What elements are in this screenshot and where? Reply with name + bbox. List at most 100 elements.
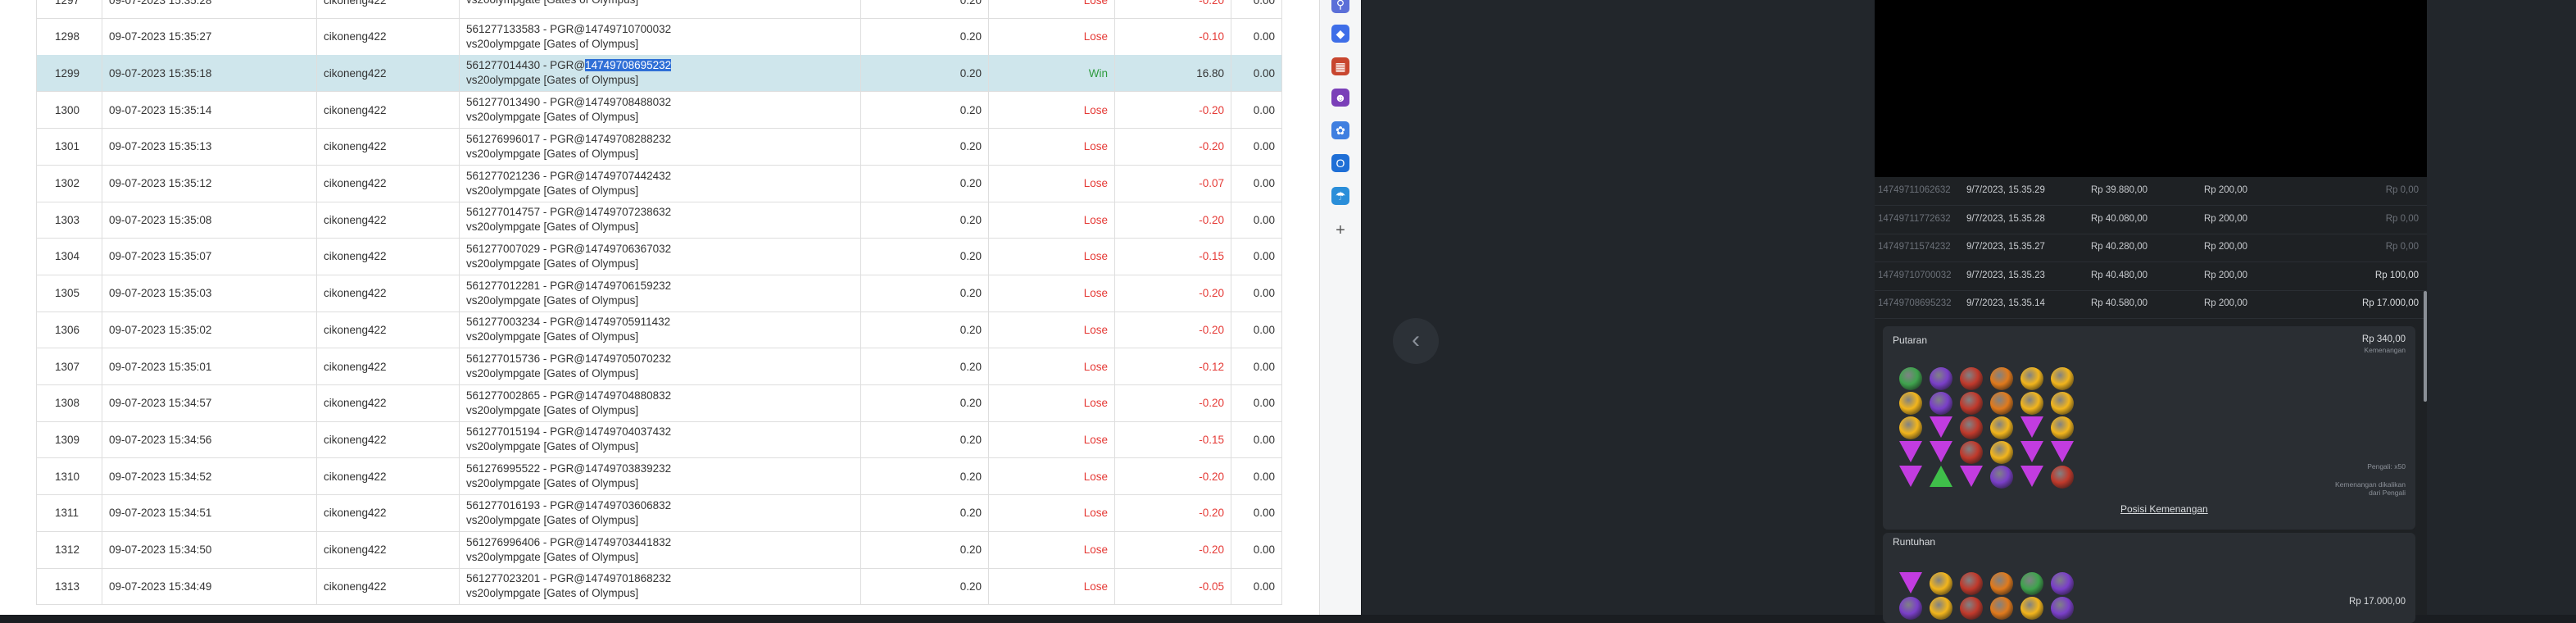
tag-icon[interactable]: ◆ xyxy=(1331,25,1349,43)
history-win: Rp 100,00 xyxy=(2374,270,2419,280)
game-name: vs20olympgate [Gates of Olympus] xyxy=(466,147,639,160)
game-name: vs20olympgate [Gates of Olympus] xyxy=(466,74,639,87)
row-date: 09-07-2023 15:34:57 xyxy=(102,384,317,421)
row-win: -0.20 xyxy=(1115,128,1231,165)
row-number: 1311 xyxy=(37,494,102,531)
posisi-kemenangan-link[interactable]: Posisi Kemenangan xyxy=(2120,503,2208,515)
row-balance: 0.00 xyxy=(1231,458,1282,495)
history-row[interactable]: 14749711772632 9/7/2023, 15.35.28 Rp 40.08… xyxy=(1875,206,2427,234)
panel-scrollbar[interactable] xyxy=(2424,291,2427,402)
copilot-icon[interactable]: ✿ xyxy=(1331,121,1349,139)
row-number: 1306 xyxy=(37,312,102,348)
cascade-symbol-icon xyxy=(2020,597,2043,620)
row-result: Lose xyxy=(989,18,1115,55)
row-balance: 0.00 xyxy=(1231,421,1282,458)
spin-symbol-icon xyxy=(2020,367,2043,390)
row-number: 1303 xyxy=(37,202,102,239)
spin-symbol-icon xyxy=(1960,416,1983,439)
table-row[interactable]: 1303 09-07-2023 15:35:08 cikoneng422 561277… xyxy=(36,202,1282,239)
kemenangan-sub2: dari Pengali xyxy=(2369,489,2406,497)
history-row[interactable]: 14749708695232 9/7/2023, 15.35.14 Rp 40.58… xyxy=(1875,290,2427,319)
previous-arrow-icon[interactable]: ‹ xyxy=(1393,318,1439,364)
row-game: 561277015736 - PGR@14749705070232 vs20oly… xyxy=(460,348,861,384)
row-game: 561276995522 - PGR@14749703839232 vs20oly… xyxy=(460,458,861,495)
row-result: Lose xyxy=(989,165,1115,202)
row-user: cikoneng422 xyxy=(317,238,460,275)
history-row[interactable]: 14749711574232 9/7/2023, 15.35.27 Rp 40.28… xyxy=(1875,234,2427,262)
row-win: -0.20 xyxy=(1115,312,1231,348)
table-row[interactable]: 1304 09-07-2023 15:35:07 cikoneng422 561277… xyxy=(36,238,1282,275)
row-date: 09-07-2023 15:34:50 xyxy=(102,531,317,568)
history-id: 14749708695232 xyxy=(1878,298,1952,308)
search-icon[interactable]: ⚲ xyxy=(1331,0,1349,13)
row-balance: 0.00 xyxy=(1231,92,1282,129)
row-date: 09-07-2023 15:35:18 xyxy=(102,55,317,92)
row-bet: 0.20 xyxy=(861,458,989,495)
table-row[interactable]: 1305 09-07-2023 15:35:03 cikoneng422 561277… xyxy=(36,275,1282,312)
shopping-icon[interactable]: ☂ xyxy=(1331,187,1349,205)
row-user: cikoneng422 xyxy=(317,55,460,92)
row-date: 09-07-2023 15:35:27 xyxy=(102,18,317,55)
row-user: cikoneng422 xyxy=(317,128,460,165)
cascade-symbol-icon xyxy=(1960,597,1983,620)
row-win: 16.80 xyxy=(1115,55,1231,92)
table-row[interactable]: 1310 09-07-2023 15:34:52 cikoneng422 561276… xyxy=(36,458,1282,496)
game-id: 561277012281 - PGR@14749706159232 xyxy=(466,279,672,292)
spin-symbol-icon xyxy=(1960,466,1983,487)
add-icon[interactable]: + xyxy=(1331,221,1349,239)
table-row[interactable]: 1306 09-07-2023 15:35:02 cikoneng422 561277… xyxy=(36,312,1282,349)
cascade-symbol-icon xyxy=(1930,597,1952,620)
row-balance: 0.00 xyxy=(1231,348,1282,384)
spin-symbol-icon xyxy=(1960,441,1983,464)
runtuhan-section: Runtuhan Rp 17.000,00 xyxy=(1883,533,2415,623)
row-game: 561277002865 - PGR@14749704880832 vs20oly… xyxy=(460,384,861,421)
table-row[interactable]: 1311 09-07-2023 15:34:51 cikoneng422 561277… xyxy=(36,494,1282,532)
history-bet: Rp 200,00 xyxy=(2204,242,2248,252)
people-icon[interactable]: ☻ xyxy=(1331,89,1349,107)
table-row[interactable]: 1312 09-07-2023 15:34:50 cikoneng422 561276… xyxy=(36,531,1282,569)
row-user: cikoneng422 xyxy=(317,312,460,348)
spin-symbol-icon xyxy=(1899,392,1922,415)
spin-symbol-icon xyxy=(2051,416,2074,439)
table-row[interactable]: 1313 09-07-2023 15:34:49 cikoneng422 561277… xyxy=(36,568,1282,606)
toolbox-icon[interactable]: ▦ xyxy=(1331,57,1349,75)
table-row[interactable]: 1309 09-07-2023 15:34:56 cikoneng422 561277… xyxy=(36,421,1282,459)
history-row[interactable]: 14749711062632 9/7/2023, 15.35.29 Rp 39.88… xyxy=(1875,177,2427,206)
game-id: 561277023201 - PGR@14749701868232 xyxy=(466,572,672,585)
table-row[interactable]: 1308 09-07-2023 15:34:57 cikoneng422 561277… xyxy=(36,384,1282,422)
history-win: Rp 0,00 xyxy=(2385,213,2419,224)
row-result: Lose xyxy=(989,568,1115,605)
table-row[interactable]: 1298 09-07-2023 15:35:27 cikoneng422 561277… xyxy=(36,18,1282,56)
history-row[interactable]: 14749710700032 9/7/2023, 15.35.23 Rp 40.48… xyxy=(1875,262,2427,291)
row-bet: 0.20 xyxy=(861,568,989,605)
history-id: 14749711574232 xyxy=(1878,242,1951,252)
row-date: 09-07-2023 15:34:56 xyxy=(102,421,317,458)
history-win: Rp 17.000,00 xyxy=(2361,298,2419,308)
history-bet: Rp 200,00 xyxy=(2204,270,2248,280)
row-result: Lose xyxy=(989,128,1115,165)
table-row[interactable]: 1302 09-07-2023 15:35:12 cikoneng422 561277… xyxy=(36,165,1282,202)
game-id: 561277007029 - PGR@14749706367032 xyxy=(466,242,672,255)
cascade-symbol-icon xyxy=(1990,572,2013,595)
game-id: 561276996406 - PGR@14749703441832 xyxy=(466,535,672,548)
spin-symbol-icon xyxy=(2020,441,2043,462)
putaran-title: Putaran xyxy=(1893,334,1928,346)
row-bet: 0.20 xyxy=(861,0,989,18)
table-row[interactable]: 1299 09-07-2023 15:35:18 cikoneng422 561277… xyxy=(36,55,1282,93)
row-balance: 0.00 xyxy=(1231,384,1282,421)
row-number: 1307 xyxy=(37,348,102,384)
game-name: vs20olympgate [Gates of Olympus] xyxy=(466,330,639,343)
table-row[interactable]: 1307 09-07-2023 15:35:01 cikoneng422 561277… xyxy=(36,348,1282,385)
browser-sidebar: ⚲ ◆ ▦ ☻ ✿ O ☂ + xyxy=(1319,0,1361,615)
row-date: 09-07-2023 15:35:07 xyxy=(102,238,317,275)
row-game: 561277023201 - PGR@14749701868232 vs20oly… xyxy=(460,568,861,605)
row-balance: 0.00 xyxy=(1231,568,1282,605)
table-row[interactable]: 1300 09-07-2023 15:35:14 cikoneng422 561277… xyxy=(36,92,1282,130)
row-user: cikoneng422 xyxy=(317,18,460,55)
table-row[interactable]: 1301 09-07-2023 15:35:13 cikoneng422 561276… xyxy=(36,128,1282,166)
table-row[interactable]: 129709-07-2023 15:35:28cikoneng422 vs20ol… xyxy=(36,0,1282,19)
game-name: vs20olympgate [Gates of Olympus] xyxy=(466,257,639,270)
game-name: vs20olympgate [Gates of Olympus] xyxy=(466,37,639,50)
outlook-icon[interactable]: O xyxy=(1331,154,1349,172)
selected-text: 14749708695232 xyxy=(585,59,672,72)
